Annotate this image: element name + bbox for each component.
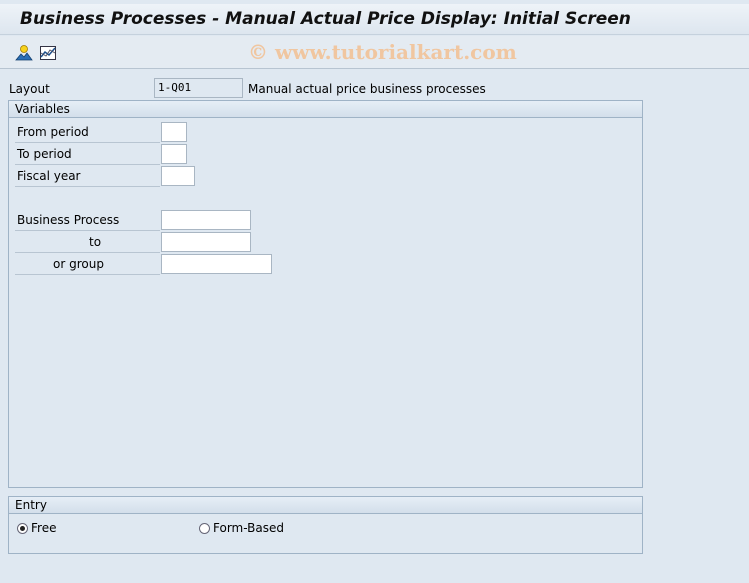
title-bar: Business Processes - Manual Actual Price… bbox=[0, 4, 749, 35]
or-group-label: or group bbox=[15, 254, 160, 275]
to-period-input[interactable] bbox=[161, 144, 187, 164]
application-toolbar: © www.tutorialkart.com bbox=[0, 36, 749, 69]
layout-description: Manual actual price business processes bbox=[248, 82, 486, 96]
user-landscape-icon[interactable] bbox=[15, 44, 33, 62]
free-label[interactable]: Free bbox=[31, 521, 56, 535]
form-based-label[interactable]: Form-Based bbox=[213, 521, 284, 535]
entry-group: Entry bbox=[8, 496, 643, 554]
to-period-label: To period bbox=[15, 144, 160, 165]
group-input[interactable] bbox=[161, 254, 272, 274]
business-process-label: Business Process bbox=[15, 210, 160, 231]
chart-icon[interactable] bbox=[39, 44, 57, 62]
free-radio[interactable] bbox=[17, 523, 28, 534]
watermark: © www.tutorialkart.com bbox=[248, 40, 517, 64]
variables-header: Variables bbox=[9, 101, 642, 118]
entry-header: Entry bbox=[9, 497, 642, 514]
fiscal-year-label: Fiscal year bbox=[15, 166, 160, 187]
to-label: to bbox=[15, 232, 160, 253]
fiscal-year-input[interactable] bbox=[161, 166, 195, 186]
layout-field: 1-Q01 bbox=[154, 78, 243, 98]
layout-label: Layout bbox=[9, 82, 50, 96]
page-title: Business Processes - Manual Actual Price… bbox=[20, 9, 631, 29]
business-process-from-input[interactable] bbox=[161, 210, 251, 230]
from-period-label: From period bbox=[15, 122, 160, 143]
from-period-input[interactable] bbox=[161, 122, 187, 142]
business-process-to-input[interactable] bbox=[161, 232, 251, 252]
form-based-radio[interactable] bbox=[199, 523, 210, 534]
